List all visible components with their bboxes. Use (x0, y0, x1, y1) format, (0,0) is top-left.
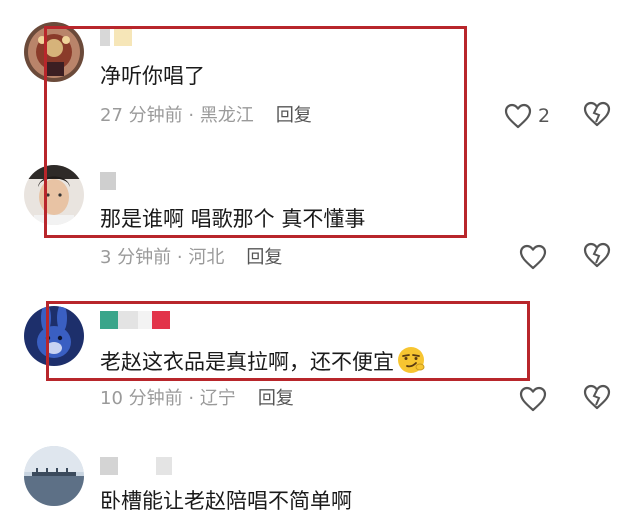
comment-text: 卧槽能让老赵陪唱不简单啊 (100, 489, 352, 513)
broken-heart-icon (583, 101, 611, 127)
like-button[interactable] (519, 242, 579, 272)
smirk-emoji-icon (398, 347, 425, 373)
broken-heart-icon (583, 384, 611, 410)
dislike-button[interactable] (583, 384, 613, 414)
broken-heart-icon (583, 242, 611, 268)
comment-time: 27 分钟前 (100, 105, 183, 126)
comment-meta: 10 分钟前 · 辽宁 回复 (100, 388, 294, 409)
comment-text: 那是谁啊 唱歌那个 真不懂事 (100, 207, 366, 231)
dislike-button[interactable] (583, 101, 613, 131)
reply-button[interactable]: 回复 (246, 247, 282, 268)
avatar[interactable] (24, 22, 84, 82)
reply-button[interactable]: 回复 (276, 105, 312, 126)
like-button[interactable]: 2 (504, 101, 564, 131)
heart-icon (504, 103, 532, 129)
username-blurred[interactable] (100, 457, 172, 475)
username-blurred[interactable] (100, 28, 132, 46)
comment-meta: 3 分钟前 · 河北 回复 (100, 247, 283, 268)
comment-time: 3 分钟前 (100, 247, 172, 268)
comment-location: 黑龙江 (199, 105, 254, 126)
comment-meta: 27 分钟前 · 黑龙江 回复 (100, 105, 312, 126)
comment-location: 河北 (188, 247, 225, 268)
avatar[interactable] (24, 165, 84, 225)
comment-text: 老赵这衣品是真拉啊，还不便宜 (100, 345, 426, 376)
like-button[interactable] (519, 384, 579, 414)
like-count: 2 (538, 105, 551, 127)
reply-button[interactable]: 回复 (258, 388, 294, 409)
heart-icon (519, 244, 547, 270)
username-blurred[interactable] (100, 172, 116, 190)
avatar[interactable] (24, 306, 84, 366)
username-blurred[interactable] (100, 311, 170, 329)
comment-time: 10 分钟前 (100, 388, 183, 409)
comment-text: 净听你唱了 (100, 64, 205, 88)
heart-icon (519, 386, 547, 412)
avatar[interactable] (24, 446, 84, 506)
comment-location: 辽宁 (199, 388, 236, 409)
dislike-button[interactable] (583, 242, 613, 272)
